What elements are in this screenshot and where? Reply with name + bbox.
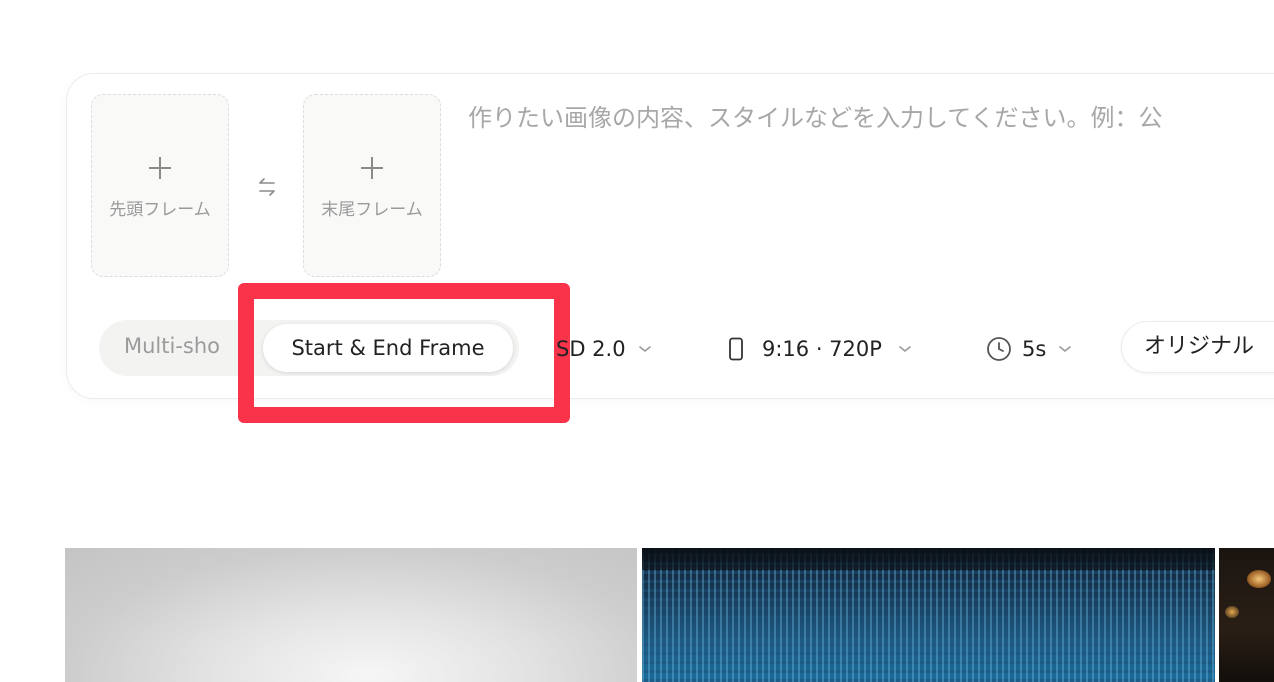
prompt-input[interactable]: 作りたい画像の内容、スタイルなどを入力してください。例：公 [468, 98, 1163, 133]
page: 先頭フレーム 末尾フレーム 作りたい画像の内容、スタイルなどを入力してください。… [0, 0, 1274, 682]
thumbnail-light [1247, 570, 1271, 588]
duration-select[interactable]: 5s [986, 330, 1072, 368]
style-select[interactable]: オリジナル [1122, 322, 1274, 372]
end-frame-upload[interactable]: 末尾フレーム [303, 94, 441, 277]
thumbnail-light [1225, 606, 1239, 618]
gallery-thumbnail[interactable] [642, 548, 1215, 682]
phone-portrait-icon [729, 337, 743, 361]
plus-icon [149, 157, 171, 179]
thumbnail-horizon [642, 548, 1215, 570]
swap-arrows-icon[interactable] [256, 176, 278, 198]
mode-option-multi-shot[interactable]: Multi-sho [120, 330, 238, 370]
gallery-thumbnail[interactable] [1219, 548, 1274, 682]
clock-icon [987, 337, 1011, 361]
chevron-down-icon [1059, 346, 1072, 353]
aspect-ratio-value: 9:16 · 720P [762, 337, 882, 361]
start-frame-label: 先頭フレーム [109, 200, 211, 220]
aspect-ratio-select[interactable]: 9:16 · 720P [728, 330, 912, 368]
duration-value: 5s [1022, 337, 1047, 361]
start-frame-upload[interactable]: 先頭フレーム [91, 94, 229, 277]
mode-option-label: Multi-sho [124, 334, 221, 358]
mode-option-start-end-frame[interactable]: Start & End Frame [263, 324, 513, 372]
model-select[interactable]: SD 2.0 [556, 330, 652, 368]
model-value: SD 2.0 [556, 337, 626, 361]
gallery-thumbnail[interactable] [65, 548, 637, 682]
chevron-down-icon [899, 346, 911, 353]
end-frame-label: 末尾フレーム [321, 200, 423, 220]
chevron-down-icon [638, 346, 651, 353]
plus-icon [361, 157, 383, 179]
